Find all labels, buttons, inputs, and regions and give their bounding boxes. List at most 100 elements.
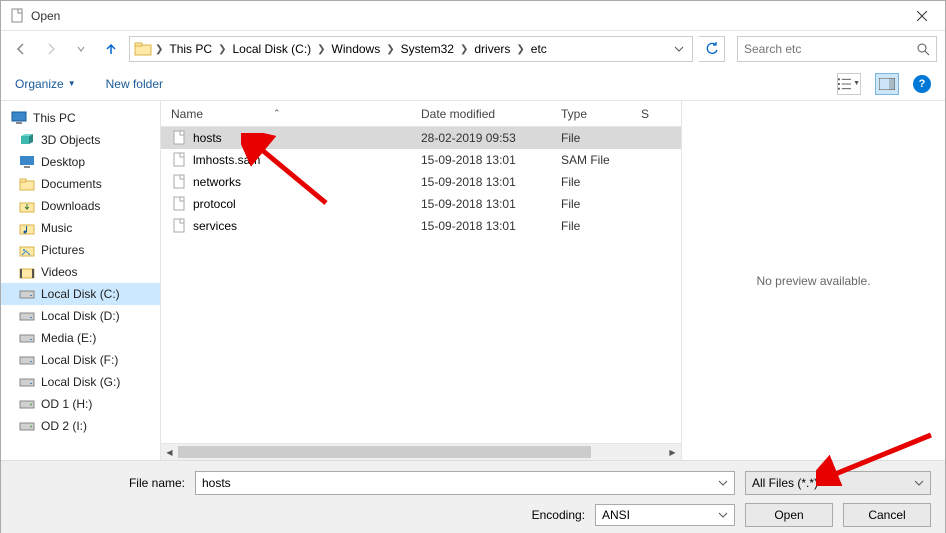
preview-pane: No preview available. — [681, 101, 945, 460]
3d-icon — [19, 132, 35, 148]
sidebar-this-pc[interactable]: This PC — [1, 107, 160, 129]
filename-label: File name: — [15, 476, 185, 490]
title-bar: Open — [1, 1, 945, 31]
chevron-down-icon — [914, 478, 924, 488]
chevron-right-icon[interactable]: ❯ — [385, 44, 395, 55]
up-button[interactable] — [99, 37, 123, 61]
address-row: ❯ This PC ❯ Local Disk (C:) ❯ Windows ❯ … — [1, 31, 945, 67]
breadcrumb-c[interactable]: Local Disk (C:) — [227, 40, 316, 58]
sidebar-item[interactable]: Downloads — [1, 195, 160, 217]
window-title: Open — [31, 9, 60, 23]
sidebar-item[interactable]: Local Disk (F:) — [1, 349, 160, 371]
help-button[interactable]: ? — [913, 75, 931, 93]
file-icon — [171, 152, 187, 168]
chevron-right-icon[interactable]: ❯ — [217, 44, 227, 55]
address-dropdown-icon[interactable] — [670, 44, 688, 54]
sort-indicator-icon: ⌃ — [273, 108, 281, 119]
file-row[interactable]: networks15-09-2018 13:01File — [161, 171, 681, 193]
chevron-down-icon: ▼ — [853, 80, 860, 87]
main-area: This PC 3D ObjectsDesktopDocumentsDownlo… — [1, 101, 945, 460]
cancel-button[interactable]: Cancel — [843, 503, 931, 527]
horizontal-scrollbar[interactable]: ◀ ▶ — [161, 443, 681, 460]
address-bar[interactable]: ❯ This PC ❯ Local Disk (C:) ❯ Windows ❯ … — [129, 36, 693, 62]
preview-pane-button[interactable] — [875, 73, 899, 95]
refresh-button[interactable] — [699, 36, 725, 62]
sidebar-item[interactable]: Videos — [1, 261, 160, 283]
sidebar-item[interactable]: Desktop — [1, 151, 160, 173]
breadcrumb-etc[interactable]: etc — [526, 40, 552, 58]
organize-menu[interactable]: Organize▼ — [15, 77, 76, 91]
filename-input[interactable] — [202, 476, 714, 490]
forward-button[interactable] — [39, 37, 63, 61]
file-list-pane: Name⌃ Date modified Type S hosts28-02-20… — [161, 101, 681, 460]
this-pc-icon — [11, 110, 27, 126]
chevron-right-icon[interactable]: ❯ — [316, 44, 326, 55]
breadcrumb-system32[interactable]: System32 — [396, 40, 459, 58]
folder-icon — [19, 176, 35, 192]
desktop-icon — [19, 154, 35, 170]
scroll-left-icon[interactable]: ◀ — [161, 444, 178, 461]
folder-icon — [134, 40, 152, 58]
column-headers[interactable]: Name⌃ Date modified Type S — [161, 101, 681, 127]
column-type[interactable]: Type — [561, 107, 641, 121]
sidebar-item[interactable]: Media (E:) — [1, 327, 160, 349]
search-input[interactable] — [744, 42, 917, 56]
sidebar-item[interactable]: 3D Objects — [1, 129, 160, 151]
file-row[interactable]: services15-09-2018 13:01File — [161, 215, 681, 237]
bottom-panel: File name: All Files (*.*) Encoding: ANS… — [1, 460, 945, 533]
sidebar-item[interactable]: OD 1 (H:) — [1, 393, 160, 415]
filename-combobox[interactable] — [195, 471, 735, 495]
pictures-icon — [19, 242, 35, 258]
breadcrumb-this-pc[interactable]: This PC — [164, 40, 217, 58]
sidebar-item[interactable]: Pictures — [1, 239, 160, 261]
disk-icon — [19, 330, 35, 346]
close-button[interactable] — [899, 1, 945, 31]
window-controls — [899, 1, 945, 31]
file-row[interactable]: protocol15-09-2018 13:01File — [161, 193, 681, 215]
new-folder-button[interactable]: New folder — [106, 77, 163, 91]
toolbar: Organize▼ New folder ▼ ? — [1, 67, 945, 101]
window-icon — [9, 8, 25, 24]
search-box[interactable] — [737, 36, 937, 62]
sidebar-item[interactable]: Music — [1, 217, 160, 239]
chevron-right-icon[interactable]: ❯ — [459, 44, 469, 55]
chevron-right-icon[interactable]: ❯ — [154, 44, 164, 55]
navigation-pane[interactable]: This PC 3D ObjectsDesktopDocumentsDownlo… — [1, 101, 161, 460]
column-name[interactable]: Name⌃ — [171, 107, 421, 121]
music-icon — [19, 220, 35, 236]
file-icon — [171, 218, 187, 234]
file-type-filter[interactable]: All Files (*.*) — [745, 471, 931, 495]
encoding-select[interactable]: ANSI — [595, 504, 735, 526]
sidebar-item[interactable]: Local Disk (G:) — [1, 371, 160, 393]
disk-icon — [19, 308, 35, 324]
disk-icon — [19, 286, 35, 302]
breadcrumb-drivers[interactable]: drivers — [469, 40, 515, 58]
sidebar-item[interactable]: Local Disk (D:) — [1, 305, 160, 327]
column-date[interactable]: Date modified — [421, 107, 561, 121]
recent-dropdown[interactable] — [69, 37, 93, 61]
search-icon — [917, 43, 930, 56]
chevron-down-icon: ▼ — [68, 79, 76, 88]
encoding-label: Encoding: — [532, 508, 585, 522]
file-icon — [171, 196, 187, 212]
file-row[interactable]: hosts28-02-2019 09:53File — [161, 127, 681, 149]
file-icon — [171, 174, 187, 190]
sidebar-item[interactable]: OD 2 (I:) — [1, 415, 160, 437]
disk-icon — [19, 352, 35, 368]
scroll-thumb[interactable] — [178, 446, 591, 458]
sidebar-item[interactable]: Documents — [1, 173, 160, 195]
breadcrumb-windows[interactable]: Windows — [327, 40, 386, 58]
column-size[interactable]: S — [641, 107, 671, 121]
scroll-right-icon[interactable]: ▶ — [664, 444, 681, 461]
sidebar-item[interactable]: Local Disk (C:) — [1, 283, 160, 305]
chevron-right-icon[interactable]: ❯ — [515, 44, 525, 55]
disk-icon — [19, 374, 35, 390]
back-button[interactable] — [9, 37, 33, 61]
open-button[interactable]: Open — [745, 503, 833, 527]
chevron-down-icon[interactable] — [714, 478, 728, 488]
chevron-down-icon — [718, 510, 728, 520]
file-list[interactable]: hosts28-02-2019 09:53Filelmhosts.sam15-0… — [161, 127, 681, 443]
videos-icon — [19, 264, 35, 280]
file-row[interactable]: lmhosts.sam15-09-2018 13:01SAM File — [161, 149, 681, 171]
view-options-button[interactable]: ▼ — [837, 73, 861, 95]
